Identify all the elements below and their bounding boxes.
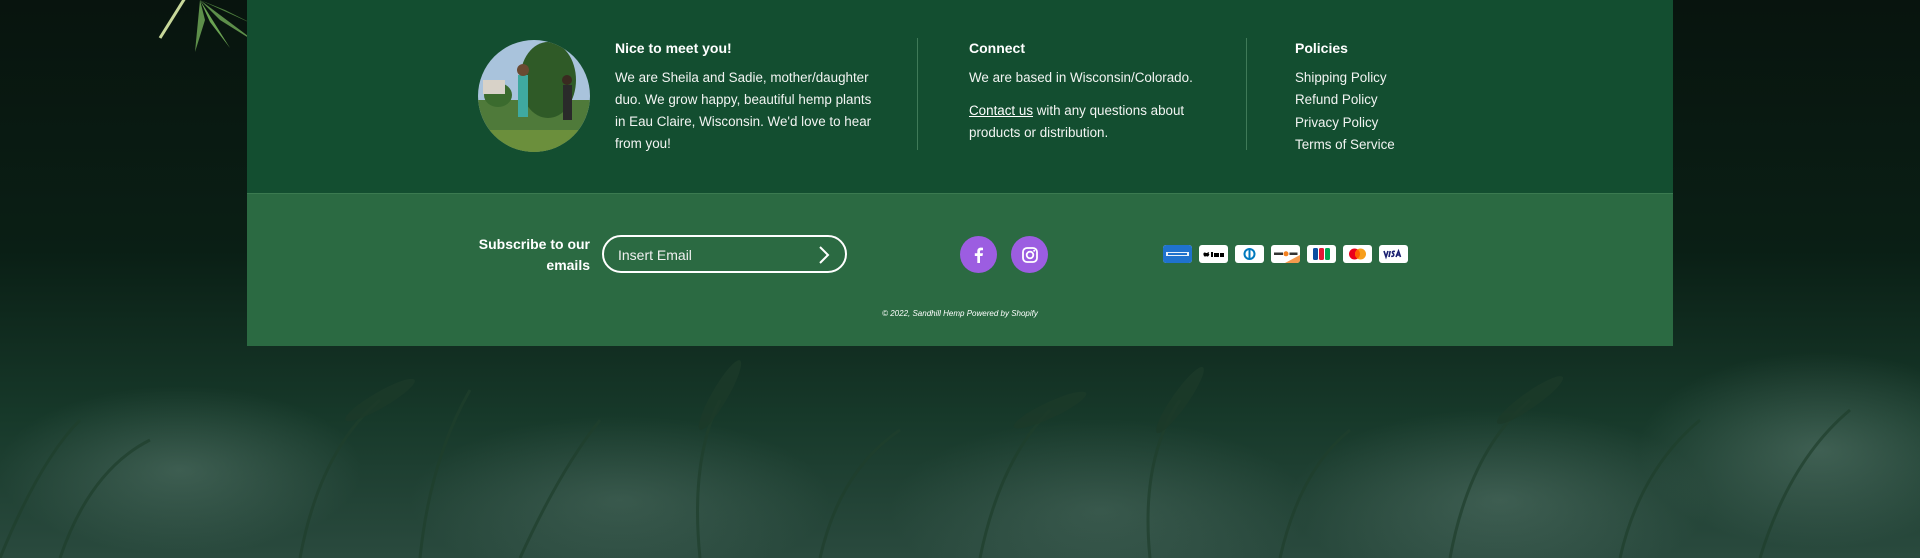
instagram-link[interactable] bbox=[1011, 236, 1048, 273]
contact-text: Contact us with any questions about prod… bbox=[969, 100, 1209, 144]
about-description: We are Sheila and Sadie, mother/daughter… bbox=[615, 70, 872, 151]
payment-icons bbox=[1163, 245, 1408, 263]
location-text: We are based in Wisconsin/Colorado. bbox=[969, 70, 1193, 85]
mastercard-icon bbox=[1343, 245, 1372, 263]
policies-heading: Policies bbox=[1295, 40, 1348, 56]
founders-photo bbox=[478, 40, 590, 152]
visa-icon bbox=[1379, 245, 1408, 263]
facebook-link[interactable] bbox=[960, 236, 997, 273]
email-input[interactable] bbox=[618, 245, 808, 265]
apple-pay-icon bbox=[1199, 245, 1228, 263]
shipping-policy-link[interactable]: Shipping Policy bbox=[1295, 67, 1395, 89]
refund-policy-link[interactable]: Refund Policy bbox=[1295, 89, 1395, 111]
hemp-leaf-decoration bbox=[158, 0, 260, 52]
discover-icon bbox=[1271, 245, 1300, 263]
about-heading: Nice to meet you! bbox=[615, 40, 732, 56]
amex-icon bbox=[1163, 245, 1192, 263]
facebook-icon bbox=[974, 247, 983, 263]
diners-club-icon bbox=[1235, 245, 1264, 263]
footer-subscribe-section: Subscribe to our emails Insert Email © 2… bbox=[247, 193, 1673, 346]
subscribe-label: Subscribe to our emails bbox=[478, 236, 590, 273]
connect-content: We are based in Wisconsin/Colorado. Cont… bbox=[969, 67, 1209, 144]
footer-info-section: Nice to meet you! We are Sheila and Sadi… bbox=[247, 0, 1673, 193]
email-submit-button[interactable] bbox=[813, 244, 835, 266]
connect-heading: Connect bbox=[969, 40, 1025, 56]
copyright-text: © 2022, Sandhill Hemp Powered by Shopify bbox=[882, 309, 1038, 318]
chevron-right-icon bbox=[819, 246, 830, 264]
column-divider bbox=[1246, 38, 1247, 150]
terms-of-service-link[interactable]: Terms of Service bbox=[1295, 134, 1395, 156]
instagram-icon bbox=[1021, 246, 1038, 263]
column-divider bbox=[917, 38, 918, 150]
site-footer: Nice to meet you! We are Sheila and Sadi… bbox=[247, 0, 1673, 346]
privacy-policy-link[interactable]: Privacy Policy bbox=[1295, 112, 1395, 134]
jcb-icon bbox=[1307, 245, 1336, 263]
policies-list: Shipping Policy Refund Policy Privacy Po… bbox=[1295, 67, 1395, 156]
contact-us-link[interactable]: Contact us bbox=[969, 103, 1033, 118]
email-signup-form bbox=[602, 235, 847, 273]
